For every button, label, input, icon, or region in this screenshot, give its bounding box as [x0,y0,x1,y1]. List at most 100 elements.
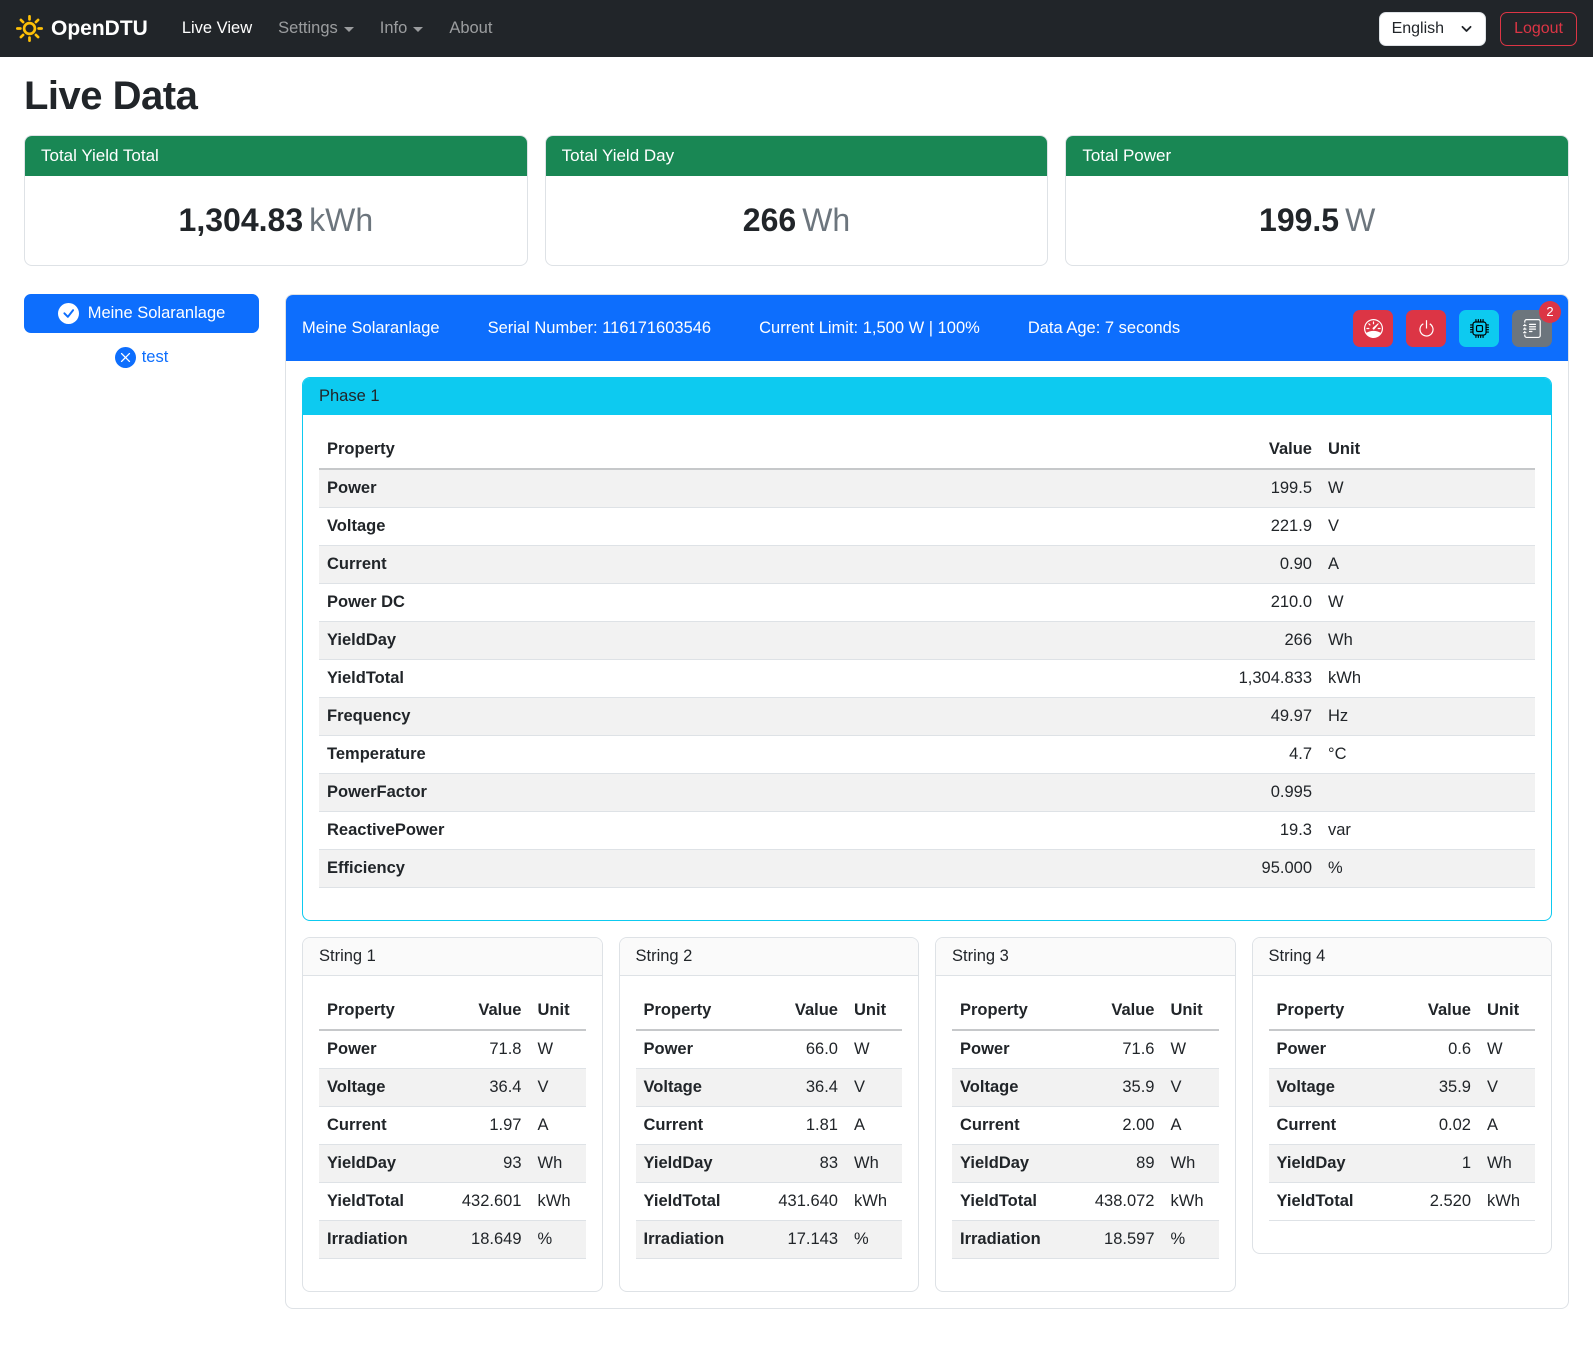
value-cell: 49.97 [1200,698,1320,736]
nav-item-label: Live View [182,19,252,38]
nav-item-about[interactable]: About [439,11,502,46]
nav-item-info[interactable]: Info [370,11,434,46]
property-cell: Frequency [319,698,1200,736]
power-icon [1417,319,1436,338]
unit-cell: V [530,1069,586,1107]
language-select[interactable]: English [1379,12,1486,46]
property-cell: Voltage [636,1069,757,1107]
property-cell: Power [319,469,1200,508]
property-cell: YieldTotal [319,1183,440,1221]
unit-cell: W [530,1030,586,1069]
nav-item-label: Info [380,19,408,38]
card-title: Total Yield Total [25,136,527,176]
unit-cell: Wh [1163,1145,1219,1183]
column-header-value: Value [440,992,530,1030]
logout-button[interactable]: Logout [1500,12,1577,46]
summary-cards: Total Yield Total 1,304.83kWh Total Yiel… [24,135,1569,266]
unit-cell: kWh [1163,1183,1219,1221]
table-header-row: Property Value Unit [319,431,1535,469]
value-cell: 93 [440,1145,530,1183]
value-cell: 266 [1200,622,1320,660]
strings-grid: String 1 Property Value Unit Power71.8WV… [302,937,1552,1292]
property-cell: Temperature [319,736,1200,774]
table-row: YieldTotal2.520kWh [1269,1183,1536,1221]
table-row: Current0.02A [1269,1107,1536,1145]
value-cell: 438.072 [1073,1183,1163,1221]
property-cell: Voltage [952,1069,1073,1107]
property-cell: ReactivePower [319,812,1200,850]
nav-item-settings[interactable]: Settings [268,11,364,46]
property-cell: YieldDay [319,1145,440,1183]
string-table: Property Value Unit Power66.0WVoltage36.… [636,992,903,1259]
inverter-item-test[interactable]: test [115,347,169,368]
value-cell: 431.640 [756,1183,846,1221]
table-row: Current1.97A [319,1107,586,1145]
value-cell: 35.9 [1073,1069,1163,1107]
unit-cell: var [1320,812,1535,850]
value-unit: W [1345,202,1375,238]
property-cell: Power [952,1030,1073,1069]
inverter-sidebar: Meine Solaranlage test [24,294,259,368]
unit-cell: Wh [1320,622,1535,660]
table-header-row: Property Value Unit [952,992,1219,1030]
device-info-button[interactable] [1459,310,1499,347]
value-cell: 4.7 [1200,736,1320,774]
journal-icon [1523,319,1542,338]
table-header-row: Property Value Unit [1269,992,1536,1030]
unit-cell: A [1479,1107,1535,1145]
power-control-button[interactable] [1406,310,1446,347]
value-cell: 0.6 [1389,1030,1479,1069]
table-row: Voltage36.4V [636,1069,903,1107]
string-title: String 2 [620,938,919,976]
navbar: OpenDTU Live View Settings Info About En… [0,0,1593,57]
chevron-down-icon [413,27,423,32]
value-cell: 36.4 [756,1069,846,1107]
total-yield-total-card: Total Yield Total 1,304.83kWh [24,135,528,266]
card-value: 266Wh [546,176,1048,265]
column-header-property: Property [319,431,1200,469]
column-header-value: Value [756,992,846,1030]
value-cell: 2.00 [1073,1107,1163,1145]
inverter-name: Meine Solaranlage [302,319,440,338]
property-cell: Irradiation [952,1221,1073,1259]
string-title: String 4 [1253,938,1552,976]
brand-title: OpenDTU [51,17,148,41]
phase-table: Property Value Unit Power199.5WVoltage22… [319,431,1535,888]
value-cell: 89 [1073,1145,1163,1183]
event-log-button[interactable]: 2 [1512,310,1552,347]
property-cell: Current [1269,1107,1390,1145]
property-cell: Power [636,1030,757,1069]
table-row: Voltage35.9V [1269,1069,1536,1107]
limit-settings-button[interactable] [1353,310,1393,347]
property-cell: Power [1269,1030,1390,1069]
unit-cell: W [1479,1030,1535,1069]
value-cell: 0.02 [1389,1107,1479,1145]
inverter-panel-body: Phase 1 Property Value Unit Power199.5WV… [286,361,1568,1308]
value-cell: 35.9 [1389,1069,1479,1107]
inverter-select-button[interactable]: Meine Solaranlage [24,294,259,333]
nav-item-live-view[interactable]: Live View [172,11,262,46]
table-row: YieldTotal438.072kWh [952,1183,1219,1221]
unit-cell: % [846,1221,902,1259]
table-row: YieldTotal431.640kWh [636,1183,903,1221]
phase-card: Phase 1 Property Value Unit Power199.5WV… [302,377,1552,921]
card-value: 1,304.83kWh [25,176,527,265]
property-cell: Voltage [1269,1069,1390,1107]
unit-cell: A [1163,1107,1219,1145]
brand-link[interactable]: OpenDTU [16,15,148,42]
table-row: ReactivePower19.3var [319,812,1535,850]
unit-cell: kWh [1320,660,1535,698]
table-row: PowerFactor0.995 [319,774,1535,812]
unit-cell: A [1320,546,1535,584]
value-cell: 199.5 [1200,469,1320,508]
value-number: 266 [743,202,796,238]
string-title: String 3 [936,938,1235,976]
property-cell: Current [952,1107,1073,1145]
inverter-limit: Current Limit: 1,500 W | 100% [759,319,980,338]
inverter-select-label: Meine Solaranlage [88,304,226,323]
card-title: Total Yield Day [546,136,1048,176]
table-row: YieldDay83Wh [636,1145,903,1183]
property-cell: Current [319,546,1200,584]
unit-cell: A [530,1107,586,1145]
value-number: 1,304.83 [179,202,304,238]
